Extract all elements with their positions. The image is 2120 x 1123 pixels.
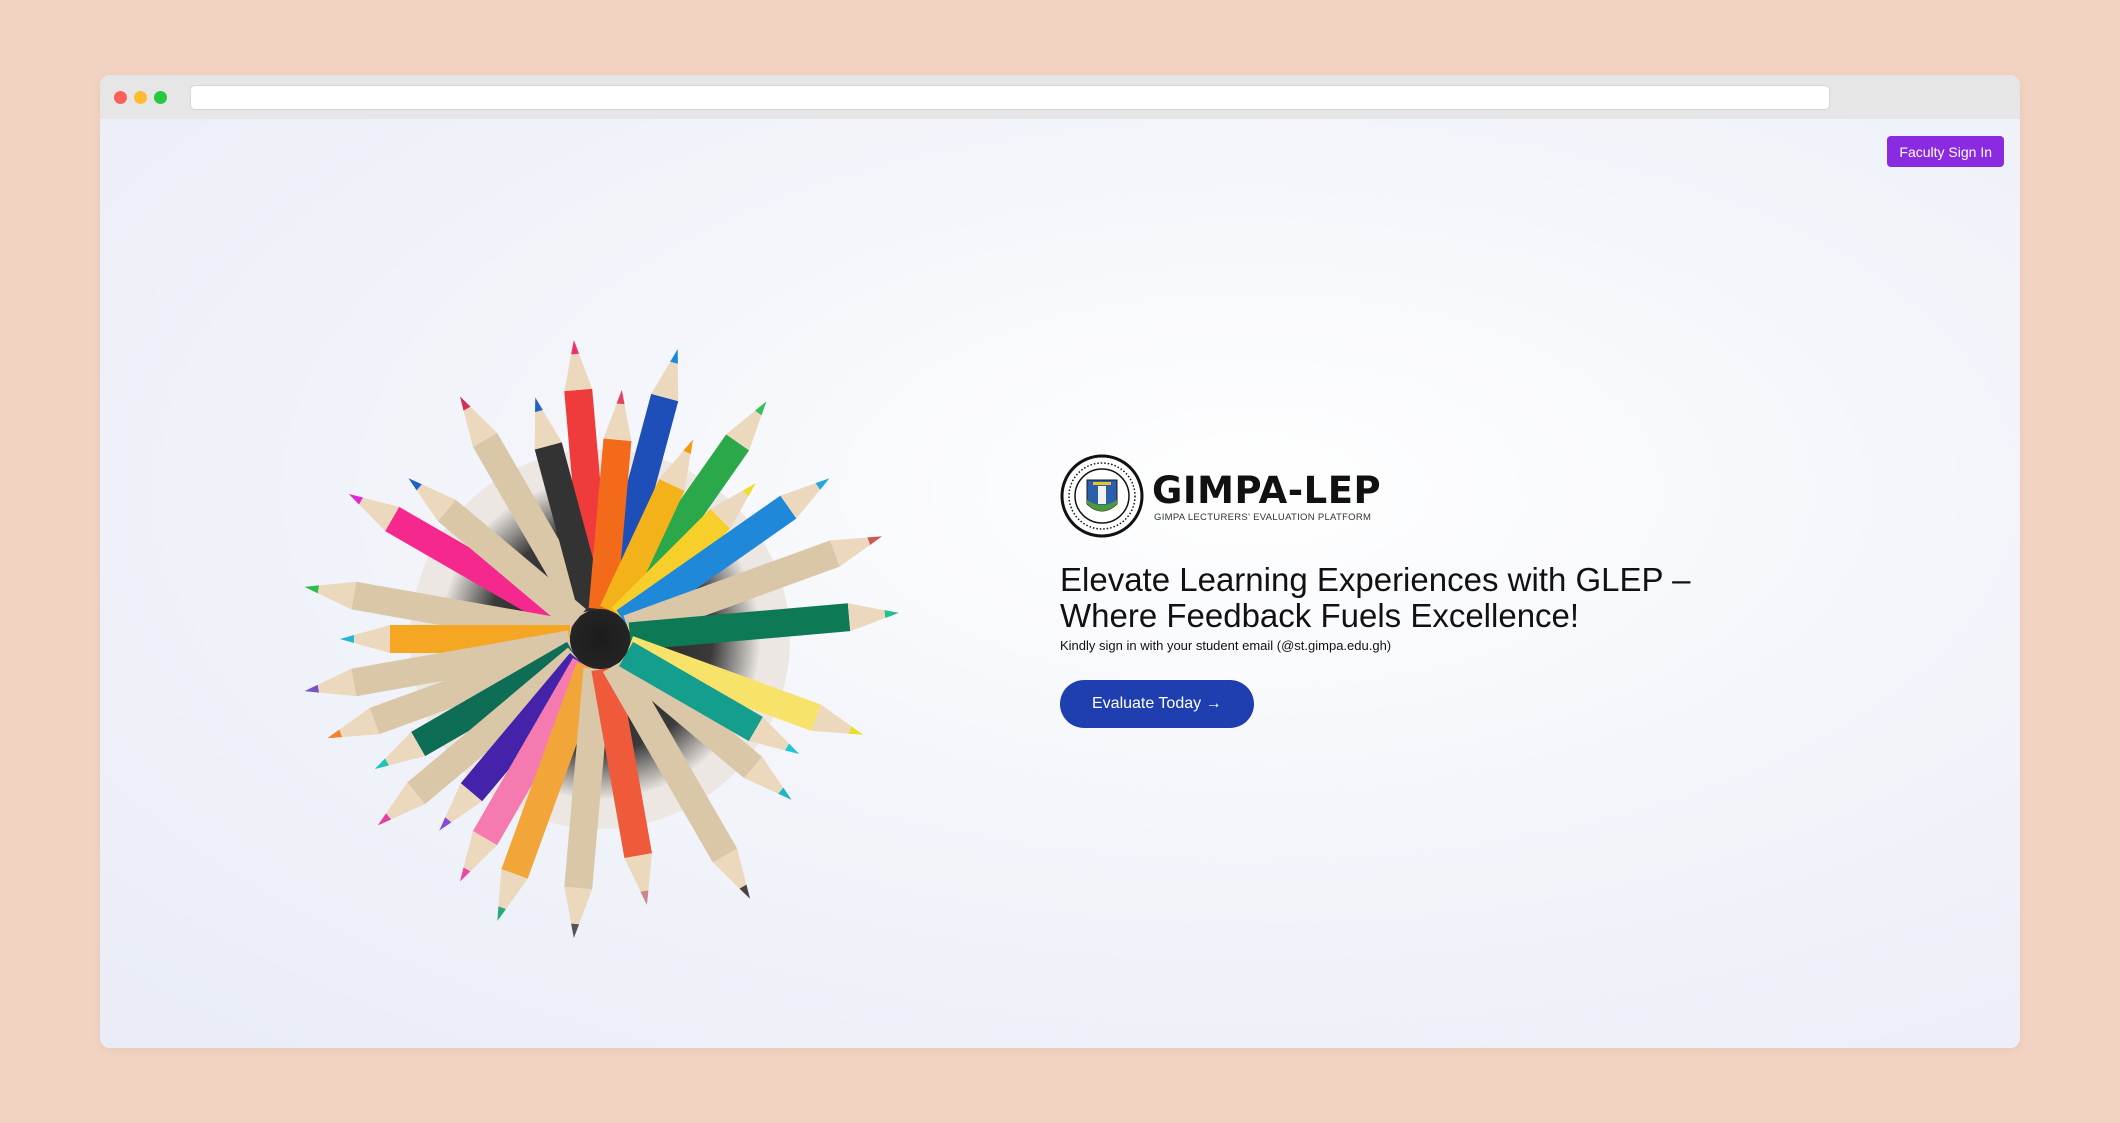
logo-title: GIMPA-LEP <box>1152 468 1382 512</box>
close-window-button[interactable] <box>114 91 127 104</box>
maximize-window-button[interactable] <box>154 91 167 104</box>
hero-section: GIMPA-LEP GIMPA LECTURERS' EVALUATION PL… <box>1060 454 1780 728</box>
page-viewport: Faculty Sign In GIMPA-LEP GIMPA LECTURER… <box>100 119 2020 1048</box>
address-bar[interactable] <box>190 85 1830 110</box>
browser-window: Faculty Sign In GIMPA-LEP GIMPA LECTURER… <box>100 75 2020 1048</box>
colored-pencils-image <box>304 340 899 938</box>
browser-chrome <box>100 75 2020 119</box>
logo: GIMPA-LEP GIMPA LECTURERS' EVALUATION PL… <box>1060 454 1780 538</box>
hero-headline: Elevate Learning Experiences with GLEP –… <box>1060 561 1691 634</box>
faculty-sign-in-button[interactable]: Faculty Sign In <box>1887 136 2004 167</box>
gimpa-seal-icon <box>1060 454 1144 538</box>
sign-in-instruction: Kindly sign in with your student email (… <box>1060 638 1392 653</box>
logo-subtitle: GIMPA LECTURERS' EVALUATION PLATFORM <box>1154 511 1372 523</box>
minimize-window-button[interactable] <box>134 91 147 104</box>
evaluate-today-button[interactable]: Evaluate Today → <box>1060 680 1254 728</box>
